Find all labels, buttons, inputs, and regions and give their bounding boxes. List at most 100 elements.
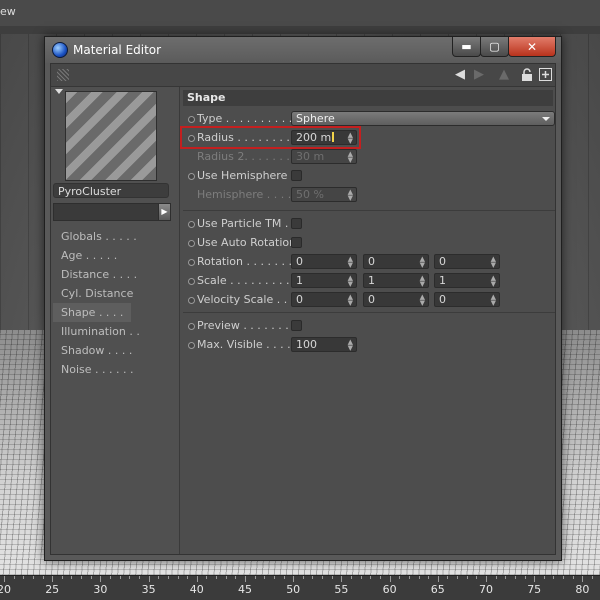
ruler-minor-tick [408,576,410,579]
ruler-minor-tick [225,576,227,579]
divider [183,210,555,211]
menu-partial-text[interactable]: ew [0,5,16,18]
sidebar-item[interactable]: Shape . . . . [53,303,131,322]
ruler-label: 65 [430,583,445,596]
ruler-label: 75 [527,583,542,596]
minimize-button[interactable]: ▬ [452,37,481,57]
ruler-minor-tick [476,576,478,579]
timeline-ruler[interactable]: 20 25 30 35 40 45 50 55 60 65 70 75 80 [0,575,600,600]
animate-dot-icon[interactable] [188,173,195,180]
spinner-icon[interactable]: ▲ ▼ [420,256,425,269]
spinner-icon: ▲ ▼ [347,188,353,202]
hemisphere-label: Hemisphere . . . . . [197,188,299,201]
spinner-icon[interactable]: ▲ ▼ [491,294,496,307]
ruler-minor-tick [592,576,594,579]
velocity-x-field[interactable]: 0 ▲ ▼ [291,292,357,307]
animate-dot-icon[interactable] [188,240,195,247]
use-auto-rotation-checkbox[interactable] [291,237,302,248]
scale-z-field[interactable]: 1 ▲ ▼ [434,273,500,288]
rotation-x-field[interactable]: 0 ▲ ▼ [291,254,357,269]
back-arrow-icon[interactable]: ◀ [453,67,467,82]
up-arrow-icon[interactable]: ▲ [497,67,511,82]
forward-arrow-icon[interactable]: ▶ [472,67,486,82]
animate-dot-icon[interactable] [188,221,195,228]
radius2-label: Radius 2. . . . . . . . [197,150,297,163]
sidebar-item[interactable]: Age . . . . . [53,246,177,265]
spinner-icon[interactable]: ▲ ▼ [491,275,496,288]
animate-dot-icon[interactable] [188,342,195,349]
use-particle-tm-label: Use Particle TM . . [197,217,296,230]
sidebar-item[interactable]: Illumination . . [53,322,177,341]
ruler-minor-tick [129,576,131,579]
sidebar-item[interactable]: Shadow . . . . [53,341,177,360]
new-window-icon[interactable] [538,67,552,82]
ruler-minor-tick [119,576,121,579]
animate-dot-icon[interactable] [188,297,195,304]
lock-icon[interactable] [520,67,534,82]
ruler-minor-tick [437,576,439,579]
ruler-minor-tick [4,576,5,579]
type-label: Type . . . . . . . . . . . [197,112,300,125]
sidebar-item[interactable]: Distance . . . . [53,265,177,284]
animate-dot-icon[interactable] [188,135,195,142]
ruler-minor-tick [100,576,102,579]
grip-icon[interactable] [57,69,69,81]
close-button[interactable]: ✕ [508,37,556,57]
collapse-arrow-icon[interactable] [55,89,63,94]
ruler-label: 60 [382,583,397,596]
spinner-icon[interactable]: ▲ ▼ [491,256,496,269]
maximize-button[interactable]: ▢ [480,37,509,57]
spinner-icon[interactable]: ▲ ▼ [348,294,353,307]
use-hemisphere-checkbox[interactable] [291,170,302,181]
animate-dot-icon[interactable] [188,323,195,330]
material-name[interactable]: PyroCluster [53,183,169,198]
animate-dot-icon[interactable] [188,116,195,123]
spinner-icon[interactable]: ▲ ▼ [420,294,425,307]
animate-dot-icon[interactable] [188,278,195,285]
velocity-scale-row: Velocity Scale . . . 0 ▲ ▼ 0 ▲ ▼ 0 ▲ ▼ [183,292,555,308]
velocity-z-field[interactable]: 0 ▲ ▼ [434,292,500,307]
spinner-icon[interactable]: ▲ ▼ [420,275,425,288]
preview-label: Preview . . . . . . . . [197,319,296,332]
rotation-y-field[interactable]: 0 ▲ ▼ [363,254,429,269]
max-visible-field[interactable]: 100 ▲ ▼ [291,337,357,352]
scale-x-value: 1 [296,274,303,287]
ruler-minor-tick [389,576,391,579]
use-particle-tm-checkbox[interactable] [291,218,302,229]
ruler-minor-tick [543,576,545,579]
ruler-minor-tick [254,576,256,579]
hemisphere-field[interactable]: 50 % ▲ ▼ [291,187,357,202]
editor-toolbar: ◀ ▶ ▲ [51,64,555,87]
text-cursor [332,132,335,142]
preview-checkbox[interactable] [291,320,302,331]
ruler-minor-tick [61,576,63,579]
spinner-icon[interactable]: ▲ ▼ [348,339,353,352]
ruler-minor-tick [158,576,160,579]
type-row: Type . . . . . . . . . . . Sphere [183,111,555,127]
spinner-icon[interactable]: ▲ ▼ [348,256,353,269]
radius2-field[interactable]: 30 m ▲ ▼ [291,149,357,164]
channel-field[interactable] [53,203,159,221]
divider [183,312,555,313]
spinner-icon[interactable]: ▲ ▼ [348,275,353,288]
ruler-minor-tick [42,576,44,579]
ruler-minor-tick [206,576,208,579]
animate-dot-icon[interactable] [188,259,195,266]
ruler-minor-tick [52,576,54,579]
scale-y-field[interactable]: 1 ▲ ▼ [363,273,429,288]
ruler-minor-tick [264,576,266,579]
use-auto-rotation-label: Use Auto Rotation [197,236,297,249]
spinner-icon[interactable]: ▲ ▼ [348,132,353,145]
material-preview[interactable] [65,91,157,181]
sidebar-item[interactable]: Globals . . . . . [53,227,177,246]
velocity-y-field[interactable]: 0 ▲ ▼ [363,292,429,307]
channel-arrow-icon[interactable]: ▶ [158,203,171,221]
radius-field[interactable]: 200 m ▲ ▼ [291,130,357,145]
title-bar[interactable]: Material Editor ▬ ▢ ✕ [45,37,561,63]
sidebar-item[interactable]: Noise . . . . . . [53,360,177,379]
ruler-label: 25 [45,583,60,596]
type-dropdown[interactable]: Sphere [291,111,555,126]
sidebar-item[interactable]: Cyl. Distance [53,284,177,303]
scale-x-field[interactable]: 1 ▲ ▼ [291,273,357,288]
rotation-z-field[interactable]: 0 ▲ ▼ [434,254,500,269]
